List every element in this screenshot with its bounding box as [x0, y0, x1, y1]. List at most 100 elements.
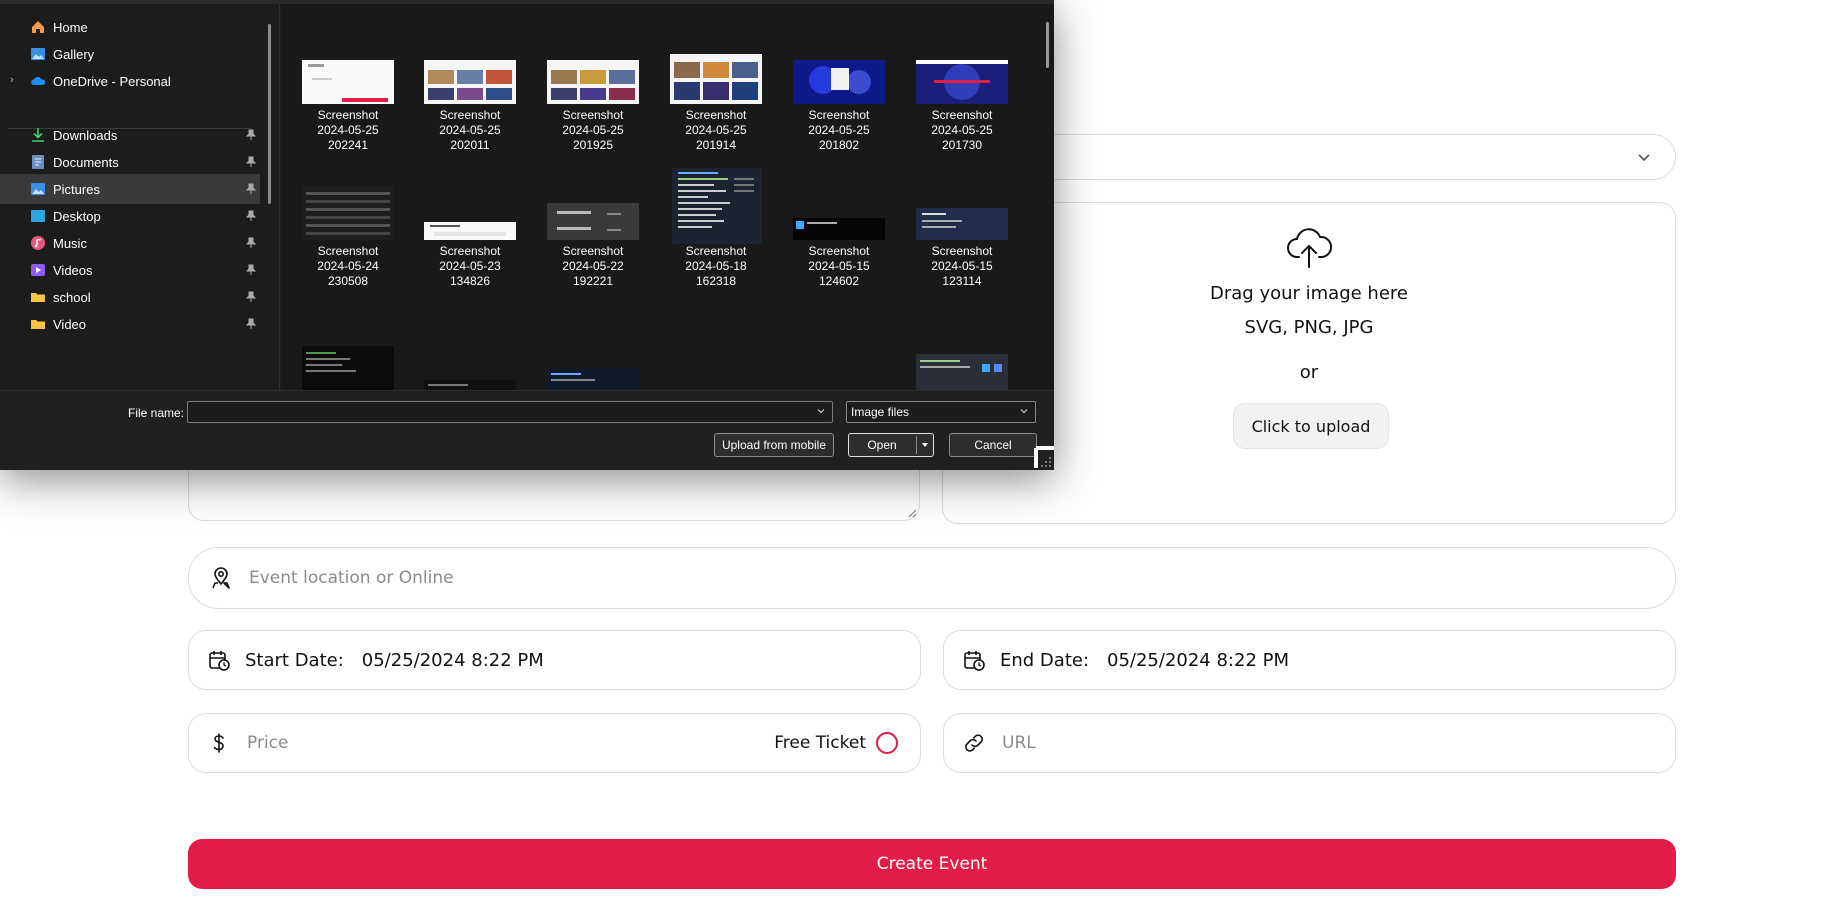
file-type-value: Image files [851, 405, 910, 419]
file-name-input[interactable] [187, 401, 833, 423]
file-thumbnail [302, 60, 394, 104]
nav-item-music[interactable]: Music [0, 228, 260, 258]
file-date: 2024-05-15 [808, 259, 870, 273]
file-type-select[interactable]: Image files [846, 401, 1036, 423]
file-thumbnail-partial[interactable] [424, 380, 516, 390]
nav-item-video[interactable]: Video [0, 309, 260, 339]
file-name: Screenshot [317, 108, 379, 122]
open-button[interactable]: Open [848, 433, 934, 457]
nav-item-label: school [53, 289, 91, 305]
pin-icon[interactable] [246, 129, 256, 141]
file-name-label: File name: [128, 406, 185, 420]
file-name: Screenshot [562, 244, 624, 258]
end-date-label: End Date: [1000, 649, 1090, 671]
file-grid: Screenshot 2024-05-25 202241 Screenshot … [282, 4, 1054, 390]
file-date: 2024-05-25 [685, 123, 747, 137]
file-grid-scrollbar[interactable] [1046, 22, 1049, 68]
click-to-upload-button[interactable]: Click to upload [1233, 403, 1389, 449]
file-name: Screenshot [439, 108, 501, 122]
nav-item-desktop[interactable]: Desktop [0, 201, 260, 231]
file-date: 2024-05-25 [562, 123, 624, 137]
expand-chevron-icon[interactable]: › [10, 74, 14, 86]
file-name: Screenshot [808, 244, 870, 258]
pin-icon[interactable] [246, 291, 256, 303]
cloud-upload-icon [1287, 228, 1332, 268]
upload-from-mobile-button[interactable]: Upload from mobile [714, 433, 834, 457]
nav-item-school[interactable]: school [0, 282, 260, 312]
nav-item-label: Downloads [53, 127, 118, 143]
pin-icon[interactable] [246, 237, 256, 249]
file-thumbnail-partial[interactable] [547, 368, 639, 390]
music-icon [31, 236, 45, 250]
location-field[interactable]: Event location or Online [188, 547, 1676, 609]
nav-item-label: Video [53, 316, 87, 332]
file-name: Screenshot [931, 108, 993, 122]
nav-item-onedrive[interactable]: › OneDrive - Personal [0, 66, 260, 96]
nav-item-label: Videos [53, 262, 93, 278]
file-date: 2024-05-25 [808, 123, 870, 137]
nav-item-pictures[interactable]: Pictures [0, 174, 260, 204]
calendar-clock-icon [209, 651, 230, 671]
location-input[interactable]: Event location or Online [249, 568, 454, 588]
file-time: 230508 [327, 274, 369, 288]
dropdown-arrow-icon[interactable] [921, 441, 929, 449]
file-name: Screenshot [439, 244, 501, 258]
file-name: Screenshot [562, 108, 624, 122]
pin-icon[interactable] [246, 264, 256, 276]
file-thumbnail [793, 60, 885, 104]
free-ticket-toggle[interactable]: Free Ticket [774, 732, 898, 754]
price-field[interactable]: Price Free Ticket [188, 713, 921, 773]
file-thumbnail [424, 222, 516, 240]
url-input[interactable]: URL [1002, 733, 1036, 753]
file-name: Screenshot [317, 244, 379, 258]
pane-divider[interactable] [279, 4, 280, 390]
chevron-down-icon [1020, 409, 1028, 414]
nav-item-label: Desktop [53, 208, 101, 224]
resize-grip-icon[interactable] [1038, 454, 1052, 468]
nav-item-home[interactable]: Home [0, 12, 260, 42]
free-ticket-radio[interactable] [876, 732, 898, 754]
dollar-icon [213, 733, 224, 753]
nav-item-label: Pictures [53, 181, 100, 197]
file-time: 201802 [818, 138, 860, 152]
file-time: 124602 [818, 274, 860, 288]
nav-item-videos[interactable]: Videos [0, 255, 260, 285]
documents-icon [32, 155, 44, 169]
onedrive-icon [31, 76, 46, 85]
end-date-input[interactable]: 05/25/2024 8:22 PM [1107, 650, 1289, 671]
file-date: 2024-05-18 [685, 259, 747, 273]
nav-scrollbar[interactable] [268, 24, 271, 204]
file-thumbnail-partial[interactable] [302, 346, 394, 390]
folder-icon [31, 320, 45, 329]
focus-corner-marker [1034, 448, 1038, 468]
navigation-pane: Home Gallery › OneDrive - Personal Downl… [0, 4, 276, 390]
price-input[interactable]: Price [247, 733, 288, 753]
chevron-down-icon[interactable] [816, 406, 826, 416]
pin-icon[interactable] [246, 210, 256, 222]
create-event-button[interactable]: Create Event [188, 839, 1676, 889]
home-icon [32, 21, 44, 33]
file-date: 2024-05-22 [562, 259, 624, 273]
file-thumbnail [302, 186, 394, 240]
pin-icon[interactable] [246, 183, 256, 195]
file-time: 192221 [572, 274, 614, 288]
nav-item-documents[interactable]: Documents [0, 147, 260, 177]
file-thumbnail [547, 60, 639, 104]
pin-icon[interactable] [246, 156, 256, 168]
file-time: 201730 [941, 138, 983, 152]
file-thumbnail [793, 218, 885, 240]
url-field[interactable]: URL [943, 713, 1676, 773]
start-date-input[interactable]: 05/25/2024 8:22 PM [362, 650, 544, 671]
desktop-icon [31, 210, 45, 222]
nav-item-gallery[interactable]: Gallery [0, 39, 260, 69]
map-pin-icon [212, 567, 230, 589]
dialog-footer: File name: Image files Upload from mobil… [0, 390, 1054, 470]
cancel-button[interactable]: Cancel [949, 433, 1037, 457]
file-name: Screenshot [685, 108, 747, 122]
start-date-field[interactable]: Start Date: 05/25/2024 8:22 PM [188, 630, 921, 690]
nav-item-downloads[interactable]: Downloads [0, 120, 260, 150]
resize-grip-icon[interactable] [907, 508, 917, 518]
end-date-field[interactable]: End Date: 05/25/2024 8:22 PM [943, 630, 1676, 690]
file-thumbnail-partial[interactable] [916, 354, 1008, 390]
pin-icon[interactable] [246, 318, 256, 330]
